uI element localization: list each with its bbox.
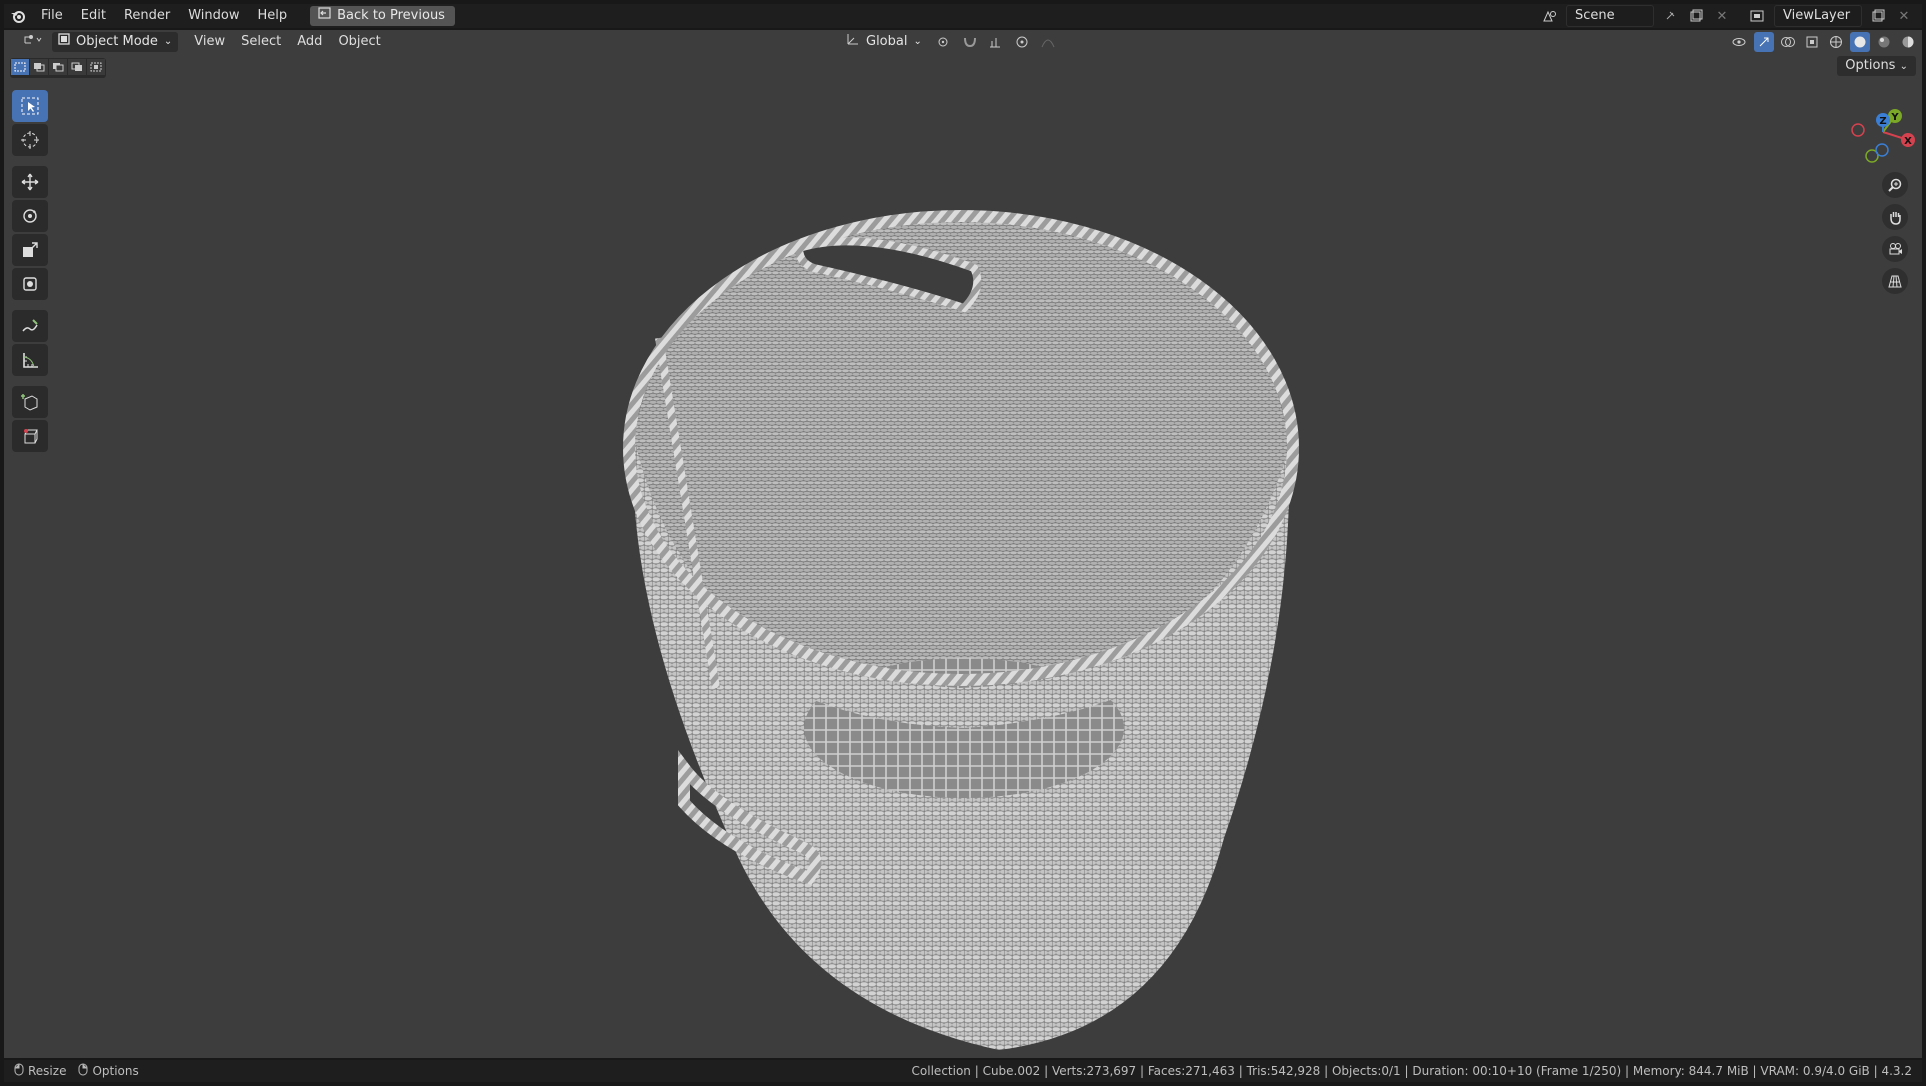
select-new-icon[interactable]	[11, 59, 29, 75]
select-box-icon[interactable]	[12, 90, 48, 122]
options-label: Options	[1845, 58, 1896, 73]
object-mode-label: Object Mode	[76, 34, 158, 49]
wireframe-shading-icon[interactable]	[1826, 32, 1846, 52]
object-mode-dropdown[interactable]: Object Mode ⌄	[52, 32, 179, 52]
chevron-down-icon: ⌄	[163, 36, 173, 47]
menu-render[interactable]: Render	[115, 4, 179, 28]
scale-icon[interactable]	[12, 234, 48, 266]
solid-shading-icon[interactable]	[1850, 32, 1870, 52]
material-shading-icon[interactable]	[1874, 32, 1894, 52]
rotate-icon[interactable]	[12, 200, 48, 232]
viewport-header: Object Mode ⌄ View Select Add Object Glo…	[4, 30, 1922, 54]
annotate-icon[interactable]	[12, 310, 48, 342]
object-mode-icon	[58, 32, 70, 52]
close-scene-icon[interactable]: ✕	[1712, 6, 1732, 26]
transform-orientation-icon	[846, 32, 860, 53]
wicker-basket-model[interactable]	[604, 208, 1364, 1078]
mouse-right-icon	[78, 1063, 88, 1079]
selection-mode-buttons	[10, 58, 106, 78]
new-viewlayer-icon[interactable]	[1868, 6, 1888, 26]
back-to-previous-button[interactable]: Back to Previous	[310, 6, 455, 26]
transform-tools: Global ⌄	[840, 32, 1058, 52]
chevron-down-icon: ⌄	[913, 36, 922, 47]
visibility-icon[interactable]	[1730, 32, 1750, 52]
gizmo-toggle-icon[interactable]	[1754, 32, 1774, 52]
blender-window: File Edit Render Window Help Back to Pre…	[0, 0, 1926, 1086]
scene-statistics: Collection | Cube.002 | Verts:273,697 | …	[911, 1064, 1912, 1078]
3d-viewport[interactable]: Object Mode ⌄ View Select Add Object Glo…	[4, 30, 1922, 1058]
viewlayer-name-field[interactable]: ViewLayer	[1774, 5, 1862, 27]
select-subtract-icon[interactable]	[49, 59, 67, 75]
options-dropdown[interactable]: Options ⌄	[1837, 56, 1916, 76]
navigation-buttons	[1882, 172, 1908, 294]
navigation-gizmo[interactable]: X Y Z	[1838, 94, 1918, 174]
x-axis-label: X	[1904, 136, 1912, 147]
xray-toggle-icon[interactable]	[1802, 32, 1822, 52]
select-extend-icon[interactable]	[30, 59, 48, 75]
viewlayer-icon[interactable]	[1748, 6, 1768, 26]
snap-target-icon[interactable]	[986, 32, 1006, 52]
measure-icon[interactable]	[12, 344, 48, 376]
transform-orientation-label: Global	[866, 34, 908, 49]
blender-logo-icon[interactable]	[4, 4, 32, 28]
transform-orientation-dropdown[interactable]: Global ⌄	[840, 32, 928, 52]
status-options-label: Options	[92, 1064, 139, 1078]
select-invert-icon[interactable]	[68, 59, 86, 75]
neg-z-axis-ball[interactable]	[1875, 143, 1889, 157]
ortho-grid-icon[interactable]	[1882, 268, 1908, 294]
back-to-previous-label: Back to Previous	[337, 8, 445, 23]
tool-shelf	[12, 90, 48, 452]
camera-icon[interactable]	[1882, 236, 1908, 262]
top-menu-bar: File Edit Render Window Help Back to Pre…	[4, 4, 1922, 28]
z-axis-label: Z	[1879, 116, 1886, 127]
falloff-icon[interactable]	[1038, 32, 1058, 52]
menu-add[interactable]: Add	[289, 32, 330, 52]
menu-window[interactable]: Window	[179, 4, 248, 28]
menu-select[interactable]: Select	[233, 32, 289, 52]
editor-type-icon[interactable]	[14, 32, 52, 52]
pin-icon[interactable]	[1660, 6, 1680, 26]
status-options-hint: Options	[78, 1063, 139, 1079]
menu-file[interactable]: File	[32, 4, 72, 28]
status-resize-hint: Resize	[14, 1063, 66, 1079]
add-cube-icon[interactable]	[12, 386, 48, 418]
top-right-controls: Scene ✕ ViewLayer ✕	[1540, 4, 1914, 28]
snap-icon[interactable]	[960, 32, 980, 52]
transform-icon[interactable]	[12, 268, 48, 300]
overlay-toggle-icon[interactable]	[1778, 32, 1798, 52]
menu-object[interactable]: Object	[330, 32, 388, 52]
neg-x-axis-ball[interactable]	[1851, 123, 1865, 137]
chevron-down-icon: ⌄	[1899, 61, 1908, 72]
scene-icon[interactable]	[1540, 6, 1560, 26]
mouse-left-icon	[14, 1063, 24, 1079]
y-axis-label: Y	[1890, 112, 1899, 123]
move-icon[interactable]	[12, 166, 48, 198]
select-intersect-icon[interactable]	[87, 59, 105, 75]
viewport-display-tools	[1730, 32, 1918, 52]
extrude-icon[interactable]	[12, 420, 48, 452]
proportional-edit-icon[interactable]	[1012, 32, 1032, 52]
close-viewlayer-icon[interactable]: ✕	[1894, 6, 1914, 26]
menu-help[interactable]: Help	[249, 4, 297, 28]
status-resize-label: Resize	[28, 1064, 67, 1078]
scene-name-field[interactable]: Scene	[1566, 5, 1654, 27]
cursor-icon[interactable]	[12, 124, 48, 156]
status-bar: Resize Options Collection | Cube.002 | V…	[4, 1060, 1922, 1082]
rendered-shading-icon[interactable]	[1898, 32, 1918, 52]
pivot-icon[interactable]	[934, 32, 954, 52]
pan-hand-icon[interactable]	[1882, 204, 1908, 230]
back-icon	[318, 6, 331, 26]
new-scene-icon[interactable]	[1686, 6, 1706, 26]
menu-view[interactable]: View	[186, 32, 233, 52]
menu-edit[interactable]: Edit	[72, 4, 115, 28]
zoom-icon[interactable]	[1882, 172, 1908, 198]
